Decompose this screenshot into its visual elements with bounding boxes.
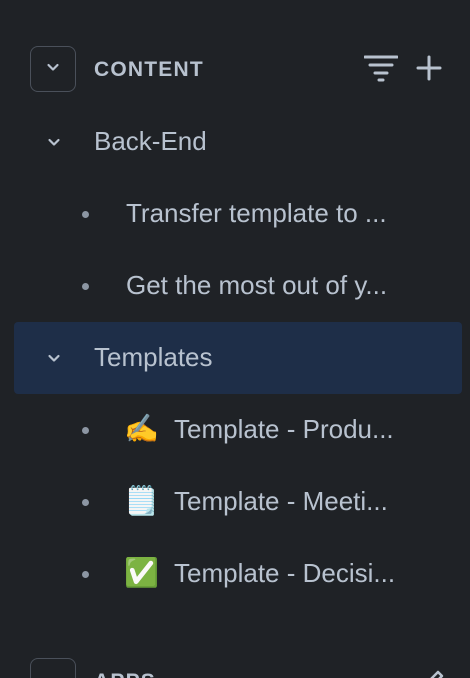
apps-section-title: APPS bbox=[94, 670, 156, 678]
tree-item-label: Transfer template to ... bbox=[126, 198, 387, 228]
filter-button[interactable] bbox=[363, 54, 399, 87]
bullet-icon bbox=[82, 427, 89, 434]
bullet-icon bbox=[82, 499, 89, 506]
tree-item-label: Templates bbox=[94, 342, 213, 372]
bullet-icon bbox=[82, 571, 89, 578]
tree-page-item[interactable]: Transfer template to ... bbox=[14, 178, 462, 250]
content-section-header: CONTENT bbox=[0, 46, 470, 94]
content-collapse-button[interactable] bbox=[30, 46, 76, 92]
content-section-title: CONTENT bbox=[94, 58, 204, 81]
bullet-icon bbox=[82, 211, 89, 218]
tree-page-item[interactable]: ✅ Template - Decisi... bbox=[14, 538, 462, 610]
check-mark-icon: ✅ bbox=[124, 557, 159, 588]
apps-collapse-button[interactable] bbox=[30, 658, 76, 678]
tree-folder-templates[interactable]: Templates bbox=[14, 322, 462, 394]
edit-icon[interactable] bbox=[418, 666, 448, 678]
tree-page-item[interactable]: 🗒️ Template - Meeti... bbox=[14, 466, 462, 538]
tree-folder-back-end[interactable]: Back-End bbox=[14, 106, 462, 178]
tree-item-label: Get the most out of y... bbox=[126, 270, 388, 300]
tree-item-label: Template - Meeti... bbox=[174, 486, 388, 516]
tree-item-label: Template - Decisi... bbox=[174, 558, 396, 588]
apps-section-header: APPS bbox=[0, 658, 470, 678]
tree-page-item[interactable]: Get the most out of y... bbox=[14, 250, 462, 322]
notepad-icon: 🗒️ bbox=[124, 485, 159, 516]
bullet-icon bbox=[82, 283, 89, 290]
filter-icon bbox=[363, 54, 399, 87]
tree-page-item[interactable]: ✍️ Template - Produ... bbox=[14, 394, 462, 466]
tree-item-label: Back-End bbox=[94, 126, 207, 156]
chevron-down-icon[interactable] bbox=[42, 346, 66, 370]
sidebar-panel: CONTENT Back-End Transfer template to ..… bbox=[0, 0, 470, 678]
plus-icon bbox=[416, 55, 442, 86]
add-button[interactable] bbox=[414, 55, 444, 85]
writing-hand-icon: ✍️ bbox=[124, 413, 159, 444]
chevron-down-icon bbox=[45, 59, 61, 80]
tree-item-label: Template - Produ... bbox=[174, 414, 394, 444]
chevron-down-icon[interactable] bbox=[42, 130, 66, 154]
